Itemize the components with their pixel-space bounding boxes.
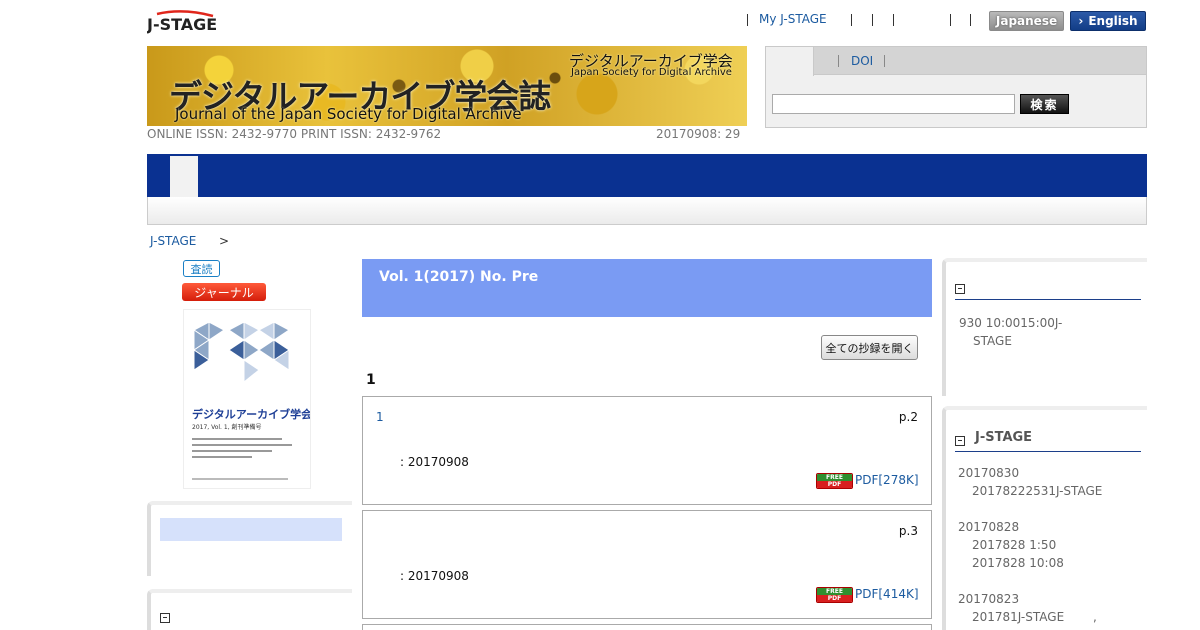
chevron-right-icon: › <box>1078 14 1084 28</box>
article-item <box>362 624 932 630</box>
article-page: p.3 <box>898 524 918 538</box>
cover-subtitle: 2017, Vol. 1, 創刊準備号 <box>192 424 262 431</box>
news-date: 20170830 <box>958 466 1020 480</box>
search-panel: DOI 検索 <box>765 46 1147 128</box>
notice-text: STAGE <box>973 334 1012 348</box>
japanese-language-button[interactable]: Japanese <box>989 11 1064 31</box>
nav-separator <box>872 14 873 26</box>
issue-title: Vol. 1(2017) No. Pre <box>379 269 539 285</box>
search-tabs: DOI <box>766 47 1146 76</box>
logo-text: J-STAGE <box>147 15 217 34</box>
cover-logo-graphic <box>193 321 290 384</box>
banner-title-en: Journal of the Japan Society for Digital… <box>175 105 522 123</box>
issn-info: ONLINE ISSN: 2432-9770 PRINT ISSN: 2432-… <box>147 127 442 141</box>
news-text-comma: , <box>1093 610 1097 624</box>
article-item: 1 p.2 : 20170908 FREE PDF PDF[278K] <box>362 396 932 505</box>
article-title-link[interactable]: 1 <box>376 410 384 424</box>
open-all-abstracts-button[interactable]: 全ての抄録を開く <box>821 335 918 360</box>
news-text: 201781J-STAGE <box>972 610 1065 624</box>
english-label: English <box>1088 14 1138 28</box>
journal-cover-image[interactable]: デジタルアーカイブ学会誌 2017, Vol. 1, 創刊準備号 <box>183 309 311 489</box>
sub-nav-bar <box>147 197 1147 225</box>
free-pdf-icon[interactable]: FREE PDF <box>816 587 853 603</box>
search-input[interactable] <box>772 94 1015 114</box>
search-button[interactable]: 検索 <box>1020 94 1069 114</box>
nav-separator <box>950 14 951 26</box>
article-published-date: : 20170908 <box>400 455 469 469</box>
article-published-date: : 20170908 <box>400 569 469 583</box>
news-text: 20178222531J-STAGE <box>972 484 1103 498</box>
cover-text-line <box>192 438 282 440</box>
pdf-download-link[interactable]: PDF[414K] <box>855 587 919 601</box>
nav-separator <box>893 14 894 26</box>
cover-title: デジタルアーカイブ学会誌 <box>192 408 311 421</box>
published-info: 20170908: 29 <box>656 127 741 141</box>
news-box-title: J-STAGE <box>975 430 1033 445</box>
journal-banner[interactable]: デジタルアーカイブ学会 Japan Society for Digital Ar… <box>147 46 747 126</box>
cover-text-line <box>192 450 272 452</box>
english-language-button[interactable]: › English <box>1070 11 1146 31</box>
tab-keyword-search[interactable] <box>766 47 814 76</box>
news-text: 2017828 10:08 <box>972 556 1064 570</box>
tab-doi[interactable]: DOI <box>851 54 873 68</box>
nav-separator <box>747 14 748 26</box>
article-page: p.2 <box>898 410 918 424</box>
nav-separator <box>851 14 852 26</box>
pdf-download-link[interactable]: PDF[278K] <box>855 473 919 487</box>
article-item: p.3 : 20170908 FREE PDF PDF[414K] <box>362 510 932 619</box>
banner-society-en: Japan Society for Digital Archive <box>571 67 732 78</box>
left-sidebar-highlight-bar[interactable] <box>160 518 342 541</box>
notice-box: 930 10:0015:00J- STAGE <box>942 258 1147 396</box>
cover-text-line <box>192 478 288 480</box>
left-sidebar-box <box>147 589 352 630</box>
notice-text: 930 10:0015:00J- <box>959 316 1063 330</box>
my-jstage-link[interactable]: My J-STAGE <box>759 12 827 26</box>
collapse-icon[interactable] <box>955 284 965 294</box>
jstage-logo[interactable]: J-STAGE <box>146 10 219 36</box>
cover-text-line <box>192 456 252 458</box>
cover-text-line <box>192 444 292 446</box>
main-nav-bar <box>147 154 1147 197</box>
peer-reviewed-badge: 査読 <box>183 260 220 277</box>
free-pdf-icon-top: FREE <box>817 588 852 595</box>
news-date: 20170828 <box>958 520 1020 534</box>
journal-badge: ジャーナル <box>182 283 266 301</box>
breadcrumb-arrow: > <box>219 234 230 248</box>
box-divider <box>955 451 1141 452</box>
news-date: 20170823 <box>958 592 1020 606</box>
free-pdf-icon[interactable]: FREE PDF <box>816 473 853 489</box>
jstage-news-box: J-STAGE 20170830 20178222531J-STAGE 2017… <box>942 406 1147 630</box>
left-sidebar-box <box>147 501 352 576</box>
nav-separator <box>970 14 971 26</box>
collapse-icon[interactable] <box>160 613 170 623</box>
breadcrumb-home-link[interactable]: J-STAGE <box>150 234 196 248</box>
tab-separator <box>838 55 839 67</box>
free-pdf-icon-bottom: PDF <box>817 595 852 602</box>
nav-tab-active[interactable] <box>170 156 198 197</box>
collapse-icon[interactable] <box>955 436 965 446</box>
free-pdf-icon-top: FREE <box>817 474 852 481</box>
free-pdf-icon-bottom: PDF <box>817 481 852 488</box>
tab-separator <box>884 55 885 67</box>
section-heading: 1 <box>366 372 376 388</box>
news-text: 2017828 1:50 <box>972 538 1057 552</box>
box-divider <box>955 299 1141 300</box>
issue-header: Vol. 1(2017) No. Pre <box>362 259 932 317</box>
breadcrumb: J-STAGE > <box>150 234 229 248</box>
